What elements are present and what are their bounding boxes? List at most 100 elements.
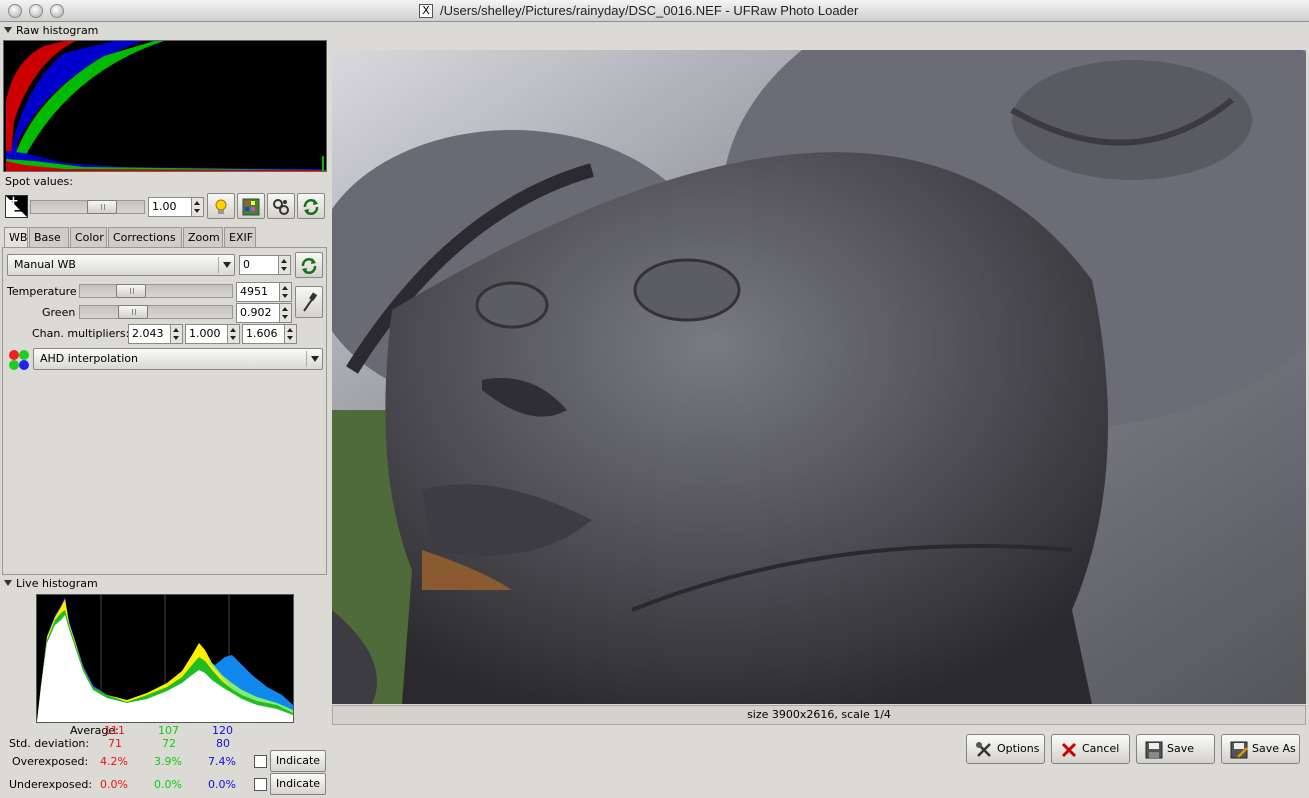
- raw-histogram-label: Raw histogram: [16, 24, 99, 37]
- raw-histogram: [3, 40, 327, 172]
- underexposed-checkbox[interactable]: [254, 778, 267, 791]
- settings-button[interactable]: [267, 193, 295, 219]
- chan-blue-value: 1.606: [246, 327, 278, 340]
- indicate-overexposed-button[interactable]: Indicate: [270, 750, 326, 772]
- color-check-button[interactable]: [237, 193, 265, 219]
- tab-wb[interactable]: WB: [4, 227, 28, 248]
- std-green: 72: [162, 737, 176, 750]
- chan-green-value: 1.000: [189, 327, 221, 340]
- underexposed-label: Underexposed:: [9, 778, 93, 791]
- live-histogram: [36, 594, 294, 723]
- overexposed-green: 3.9%: [154, 755, 182, 768]
- reset-wb-button[interactable]: [295, 252, 323, 278]
- reset-arrows-icon: [301, 258, 317, 274]
- temperature-value: 4951: [240, 285, 268, 298]
- gears-icon: [273, 199, 289, 215]
- wb-fine-tune-arrows[interactable]: [278, 256, 290, 274]
- tools-icon: [976, 742, 991, 757]
- green-arrows[interactable]: [279, 304, 291, 322]
- wb-fine-tune-value: 0: [243, 258, 250, 271]
- spot-values-label: Spot values:: [5, 175, 73, 188]
- save-as-button[interactable]: Save As: [1221, 734, 1300, 764]
- save-label: Save: [1167, 742, 1195, 755]
- spot-wb-button[interactable]: [295, 286, 323, 318]
- underexposed-red: 0.0%: [100, 778, 128, 791]
- zoom-window-button[interactable]: [50, 4, 64, 18]
- lightbulb-icon: [215, 199, 227, 214]
- green-label: Green: [42, 306, 76, 319]
- chan-red-arrows[interactable]: [170, 325, 182, 343]
- live-histogram-expander[interactable]: Live histogram: [4, 577, 98, 590]
- save-button[interactable]: Save: [1136, 734, 1215, 764]
- std-red: 71: [108, 737, 122, 750]
- average-blue: 120: [212, 724, 233, 737]
- temperature-slider[interactable]: [79, 284, 233, 298]
- tab-corrections[interactable]: Corrections: [108, 227, 182, 247]
- expander-triangle-icon: [4, 27, 12, 33]
- tab-zoom[interactable]: Zoom: [183, 227, 223, 247]
- x11-icon: X: [419, 4, 433, 18]
- tab-exif[interactable]: EXIF: [224, 227, 256, 247]
- status-bar: size 3900x2616, scale 1/4: [332, 705, 1306, 725]
- cancel-button[interactable]: Cancel: [1051, 734, 1130, 764]
- exposure-slider[interactable]: [30, 200, 145, 214]
- exposure-value: 1.00: [152, 200, 177, 213]
- average-green: 107: [158, 724, 179, 737]
- save-icon: [1145, 741, 1163, 759]
- auto-exposure-button[interactable]: [207, 193, 235, 219]
- std-label: Std. deviation:: [9, 737, 90, 750]
- image-preview[interactable]: [332, 50, 1306, 704]
- wb-fine-tune-spinbox[interactable]: 0: [239, 255, 291, 275]
- chan-multipliers-label: Chan. multipliers:: [32, 327, 130, 340]
- exposure-spinbox[interactable]: 1.00: [148, 197, 204, 217]
- color-grid-icon: [242, 198, 260, 216]
- wb-preset-value: Manual WB: [14, 258, 76, 271]
- tab-base[interactable]: Base: [29, 227, 69, 247]
- green-slider[interactable]: [79, 305, 233, 319]
- overexposed-red: 4.2%: [100, 755, 128, 768]
- exposure-row: + − 1.00: [2, 193, 328, 221]
- std-blue: 80: [216, 737, 230, 750]
- cancel-label: Cancel: [1082, 742, 1120, 755]
- expander-triangle-icon: [4, 580, 12, 586]
- temperature-spinbox[interactable]: 4951: [236, 282, 292, 302]
- green-slider-thumb[interactable]: [118, 305, 148, 319]
- underexposed-blue: 0.0%: [208, 778, 236, 791]
- chan-green-spinbox[interactable]: 1.000: [185, 324, 240, 344]
- exposure-icon: + −: [5, 195, 28, 218]
- wb-panel: Manual WB 0 Temperature 4951 Green 0.902: [2, 247, 327, 575]
- exposure-slider-thumb[interactable]: [87, 200, 117, 214]
- green-spinbox[interactable]: 0.902: [236, 303, 292, 323]
- close-window-button[interactable]: [8, 4, 22, 18]
- temperature-slider-thumb[interactable]: [116, 284, 146, 298]
- indicate-underexposed-button[interactable]: Indicate: [270, 773, 326, 795]
- chevron-down-icon: [218, 257, 234, 273]
- window-title: /Users/shelley/Pictures/rainyday/DSC_001…: [440, 3, 859, 18]
- overexposed-checkbox[interactable]: [254, 755, 267, 768]
- temperature-arrows[interactable]: [279, 283, 291, 301]
- chan-green-arrows[interactable]: [227, 325, 239, 343]
- interpolation-value: AHD interpolation: [40, 352, 138, 365]
- chan-blue-arrows[interactable]: [284, 325, 296, 343]
- save-as-icon: [1230, 741, 1248, 759]
- interpolation-combo[interactable]: AHD interpolation: [33, 348, 323, 370]
- minimize-window-button[interactable]: [29, 4, 43, 18]
- overexposed-label: Overexposed:: [12, 755, 89, 768]
- eyedropper-icon: [303, 292, 318, 312]
- chan-red-spinbox[interactable]: 2.043: [128, 324, 183, 344]
- interpolation-icon: [7, 349, 31, 371]
- chan-blue-spinbox[interactable]: 1.606: [242, 324, 297, 344]
- title-bar: X /Users/shelley/Pictures/rainyday/DSC_0…: [0, 0, 1309, 22]
- temperature-label: Temperature: [7, 285, 77, 298]
- underexposed-green: 0.0%: [154, 778, 182, 791]
- exposure-spin-arrows[interactable]: [191, 198, 203, 216]
- raw-histogram-expander[interactable]: Raw histogram: [4, 24, 98, 37]
- options-button[interactable]: Options: [966, 734, 1045, 764]
- live-histogram-label: Live histogram: [16, 577, 98, 590]
- wb-preset-combo[interactable]: Manual WB: [7, 254, 235, 276]
- green-value: 0.902: [240, 306, 272, 319]
- cancel-icon: [1061, 742, 1077, 758]
- tab-color[interactable]: Color: [70, 227, 107, 247]
- save-as-label: Save As: [1252, 742, 1296, 755]
- reset-exposure-button[interactable]: [297, 193, 325, 219]
